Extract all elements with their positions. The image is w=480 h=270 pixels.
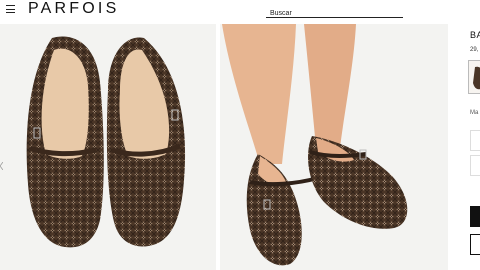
logo[interactable]: PARFOIS xyxy=(28,0,119,18)
search-input[interactable] xyxy=(266,6,403,21)
product-image-top-view[interactable] xyxy=(0,24,216,270)
product-info-panel: BA 29, Ma xyxy=(464,24,480,270)
size-option[interactable] xyxy=(470,130,480,151)
product-title: BA xyxy=(470,30,480,40)
search-field[interactable] xyxy=(266,2,403,21)
color-label: Ma xyxy=(470,110,479,116)
color-swatch[interactable] xyxy=(468,60,480,94)
product-price: 29, xyxy=(470,47,479,53)
size-option[interactable] xyxy=(470,155,480,176)
product-gallery xyxy=(0,24,448,270)
menu-icon[interactable] xyxy=(6,5,15,13)
header: PARFOIS xyxy=(0,0,480,22)
add-to-bag-button[interactable] xyxy=(470,206,480,227)
product-image-on-model[interactable] xyxy=(220,24,448,270)
gallery-arrow-left-icon[interactable] xyxy=(0,162,3,170)
favorite-button[interactable] xyxy=(470,234,480,255)
